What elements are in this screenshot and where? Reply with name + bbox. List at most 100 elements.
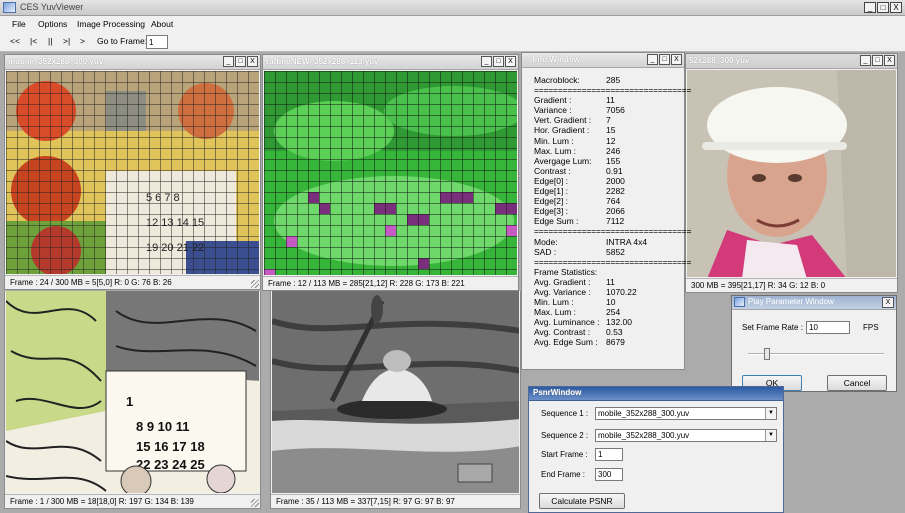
window-icon <box>734 297 745 307</box>
play-parameter-window[interactable]: Play Parameter Window X Set Frame Rate :… <box>731 295 897 392</box>
menu-options[interactable]: Options <box>38 19 67 29</box>
frame-stat-label: Avg. Variance : <box>534 286 591 297</box>
frame-rate-input[interactable]: 10 <box>806 321 850 334</box>
maximize-icon[interactable]: □ <box>493 56 504 67</box>
close-icon[interactable]: X <box>505 56 516 67</box>
prev-frame-button[interactable]: |< <box>30 36 37 46</box>
resize-grip-icon[interactable] <box>251 499 259 507</box>
stat-label: Edge[0] : <box>534 175 569 186</box>
stat-value: 764 <box>606 196 621 207</box>
close-icon[interactable]: X <box>671 54 682 65</box>
chevron-down-icon[interactable]: ▼ <box>765 408 776 419</box>
stat-value: 7056 <box>606 105 625 116</box>
calculate-psnr-button[interactable]: Calculate PSNR <box>539 493 625 509</box>
pause-button[interactable]: || <box>48 36 52 46</box>
stat-label: Variance : <box>534 105 572 116</box>
stat-label: Edge Sum : <box>534 216 579 227</box>
window-title: mobile_352x288_300.yuv <box>8 57 104 66</box>
minimize-icon[interactable]: _ <box>647 54 658 65</box>
mdi-workspace: 52x288_300.yuv _ □ X 300 MB = 395[21,17] R… <box>0 52 905 513</box>
frame-rate-label: Set Frame Rate : <box>742 323 803 332</box>
minimize-button[interactable]: _ <box>864 2 876 13</box>
maximize-icon[interactable]: □ <box>235 56 246 67</box>
chevron-down-icon[interactable]: ▼ <box>765 430 776 441</box>
sad-label: SAD : <box>534 246 557 257</box>
video-frame-face <box>687 70 896 277</box>
mode-label: Mode: <box>534 236 558 247</box>
close-icon[interactable]: X <box>882 297 894 308</box>
video-frame-mobile-edge: 1 8 9 10 11 15 16 17 18 22 23 24 25 <box>6 291 259 493</box>
face-status-bar: 300 MB = 395[21,17] R: 34 G: 12 B: 0 <box>686 278 897 292</box>
stat-label: Avergage Lum: <box>534 155 592 166</box>
frame-stat-label: Avg. Edge Sum : <box>534 337 598 348</box>
start-frame-label: Start Frame : <box>541 450 588 459</box>
goto-frame-label: Go to Frame: <box>97 36 148 46</box>
close-button[interactable]: X <box>890 2 902 13</box>
video-frame-rafting <box>264 71 517 275</box>
minimize-icon[interactable]: _ <box>223 56 234 67</box>
next-frame-button[interactable]: >| <box>63 36 70 46</box>
macroblock-value: 285 <box>606 75 621 85</box>
close-icon[interactable]: X <box>884 55 895 66</box>
rafting-image <box>264 71 517 275</box>
goto-frame-input[interactable] <box>146 35 168 49</box>
frame-stat-value: 0.53 <box>606 327 623 338</box>
end-frame-input[interactable]: 300 <box>595 468 623 481</box>
stat-label: Max. Lum : <box>534 145 577 156</box>
first-frame-button[interactable]: << <box>10 36 20 46</box>
rafting-gray-video-window[interactable]: Frame : 35 / 113 MB = 337[7,15] R: 97 G:… <box>270 291 521 509</box>
frame-stat-label: Avg. Gradient : <box>534 276 591 287</box>
slider-thumb[interactable] <box>764 348 770 360</box>
menu-about[interactable]: About <box>151 19 173 29</box>
window-title: Play Parameter Window <box>748 297 834 306</box>
rafting-video-window[interactable]: raftingNEW_352x288_113.yuv _ □ X Frame:… <box>262 54 519 291</box>
start-frame-input[interactable]: 1 <box>595 448 623 461</box>
sequence1-select[interactable]: mobile_352x288_300.yuv ▼ <box>595 407 777 420</box>
stat-label: Vert. Gradient : <box>534 115 592 126</box>
stat-label: Contrast : <box>534 165 571 176</box>
stat-value: 15 <box>606 125 616 136</box>
face-video-window[interactable]: 52x288_300.yuv _ □ X 300 MB = 395[21,17] R… <box>685 53 898 293</box>
menu-file[interactable]: File <box>12 19 26 29</box>
separator: ================================= <box>534 85 692 96</box>
minimize-icon[interactable]: _ <box>860 55 871 66</box>
sequence1-label: Sequence 1 : <box>541 409 589 418</box>
stat-value: 11 <box>606 95 615 106</box>
stat-value: 246 <box>606 145 621 156</box>
fps-label: FPS <box>863 323 879 332</box>
resize-grip-icon[interactable] <box>251 280 259 288</box>
stat-value: 0.91 <box>606 165 623 176</box>
rafting-status-bar: Frame : 12 / 113 MB = 285[21,12] R: 228 … <box>263 276 518 290</box>
close-icon[interactable]: X <box>247 56 258 67</box>
minimize-icon[interactable]: _ <box>481 56 492 67</box>
video-frame-rafting-gray <box>272 291 519 493</box>
mobile-edge-video-window[interactable]: 1 8 9 10 11 15 16 17 18 22 23 24 25 Fram… <box>4 291 261 509</box>
maximize-icon[interactable]: □ <box>659 54 670 65</box>
separator: ================================= <box>534 256 692 267</box>
maximize-icon[interactable]: □ <box>872 55 883 66</box>
psnr-window[interactable]: PsnrWindow Sequence 1 : mobile_352x288_3… <box>528 386 784 513</box>
frame-stat-label: Avg. Contrast : <box>534 327 591 338</box>
face-image <box>687 70 896 277</box>
mobile-video-window[interactable]: mobile_352x288_300.yuv _□X 5 6 7 812 13 … <box>4 54 261 290</box>
stat-label: Edge[1] : <box>534 186 569 197</box>
maximize-button[interactable]: □ <box>877 2 889 13</box>
frame-stat-value: 254 <box>606 307 621 318</box>
play-button[interactable]: > <box>80 36 85 46</box>
stat-value: 2066 <box>606 206 625 217</box>
frame-rate-slider[interactable] <box>748 348 884 360</box>
cancel-button[interactable]: Cancel <box>827 375 887 391</box>
sequence1-value: mobile_352x288_300.yuv <box>598 409 690 418</box>
mobile-edge-image: 1 8 9 10 11 15 16 17 18 22 23 24 25 <box>6 291 259 493</box>
stat-value: 12 <box>606 135 616 146</box>
frame-stat-value: 11 <box>606 276 615 287</box>
stat-label: Edge[3] : <box>534 206 569 217</box>
window-title: raftingNEW_352x288_113.yuv <box>266 57 379 66</box>
separator: ================================= <box>534 226 692 237</box>
sequence2-select[interactable]: mobile_352x288_300.yuv ▼ <box>595 429 777 442</box>
app-icon <box>3 2 16 13</box>
frame-stat-value: 1070.22 <box>606 286 637 297</box>
menu-image-processing[interactable]: Image Processing <box>77 19 145 29</box>
stat-label: Hor. Gradient : <box>534 125 590 136</box>
info-window[interactable]: :: Info Window _ □ X Macroblock: 285 ======… <box>521 52 691 370</box>
